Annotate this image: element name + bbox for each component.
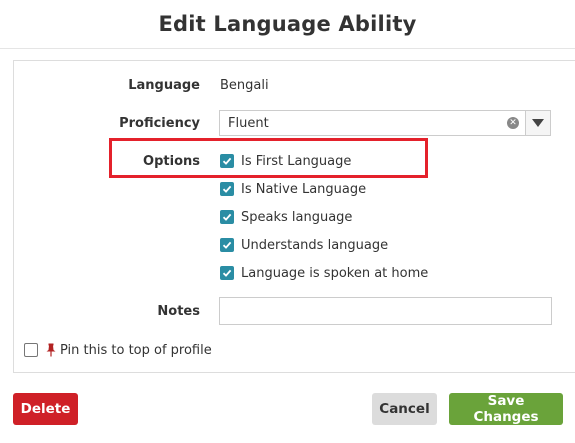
chevron-down-icon[interactable] [525,111,550,135]
proficiency-select-value: Fluent [228,116,269,131]
cancel-button[interactable]: Cancel [372,393,437,425]
checkbox-checked[interactable] [220,238,234,252]
option-spoken-at-home[interactable]: Language is spoken at home [220,264,428,282]
checkbox-checked[interactable] [220,266,234,280]
edit-language-form: Language Bengali Proficiency Fluent ✕ Op… [13,60,575,373]
language-label: Language [128,78,200,93]
pin-to-top-option[interactable]: Pin this to top of profile [24,341,212,359]
option-speaks-language[interactable]: Speaks language [220,208,352,226]
pin-label: Pin this to top of profile [60,342,212,358]
option-is-native-language[interactable]: Is Native Language [220,180,366,198]
modal-title: Edit Language Ability [158,12,417,36]
option-understands-language[interactable]: Understands language [220,236,388,254]
options-label: Options [143,154,200,169]
notes-label: Notes [157,304,200,319]
checkbox-checked[interactable] [220,210,234,224]
proficiency-label: Proficiency [119,116,200,131]
notes-input[interactable] [219,297,552,325]
option-label: Is Native Language [241,181,367,197]
option-label: Speaks language [241,209,353,225]
option-is-first-language[interactable]: Is First Language [220,152,351,170]
check-icon [222,185,232,193]
check-icon [222,269,232,277]
delete-button[interactable]: Delete [13,393,78,425]
option-label: Is First Language [241,153,352,169]
proficiency-select[interactable]: Fluent ✕ [219,110,551,136]
option-label: Language is spoken at home [241,265,429,281]
checkbox-checked[interactable] [220,182,234,196]
clear-icon[interactable]: ✕ [507,117,519,129]
check-icon [222,213,232,221]
save-changes-button[interactable]: Save Changes [449,393,563,425]
pushpin-icon [46,343,56,357]
pin-checkbox[interactable] [24,343,38,357]
checkbox-checked[interactable] [220,154,234,168]
option-label: Understands language [241,237,389,253]
modal-header: Edit Language Ability [0,0,575,49]
language-value: Bengali [220,78,269,93]
check-icon [222,157,232,165]
check-icon [222,241,232,249]
